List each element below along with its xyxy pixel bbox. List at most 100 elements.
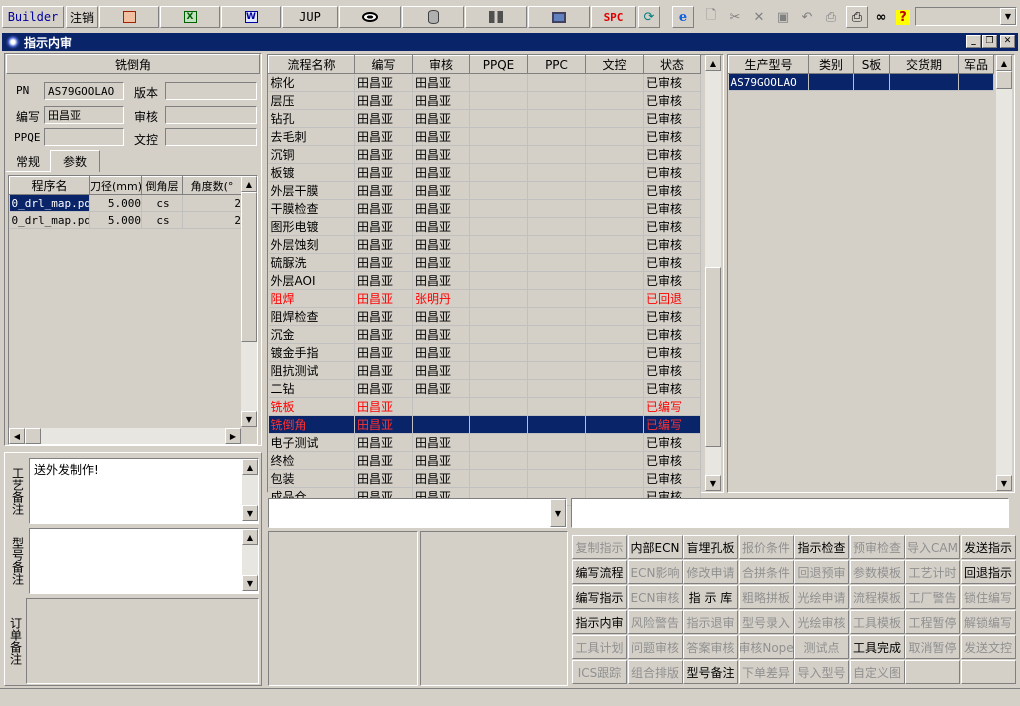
flow-cell[interactable]: 已审核 [643, 181, 701, 200]
flow-cell[interactable] [469, 217, 528, 236]
flow-cell[interactable]: 已回退 [643, 289, 701, 308]
flow-cell[interactable] [469, 361, 528, 380]
scroll-thumb[interactable] [25, 428, 41, 444]
flow-cell[interactable]: 田昌亚 [354, 379, 413, 398]
flow-row[interactable]: 阻焊 田昌亚 张明丹 已回退 [268, 289, 701, 308]
flow-cell[interactable]: 已编写 [643, 415, 701, 434]
flow-cell[interactable]: 铣板 [268, 397, 355, 416]
flow-cell[interactable]: 田昌亚 [354, 253, 413, 272]
action-button[interactable]: 流程模板 [849, 585, 905, 609]
flow-cell[interactable] [469, 127, 528, 146]
flow-cell[interactable] [585, 199, 644, 218]
writer-field[interactable]: 田昌亚 [44, 106, 124, 124]
flow-cell[interactable]: 田昌亚 [412, 451, 470, 470]
action-button[interactable]: 下单差异 [738, 660, 794, 684]
action-button[interactable]: 复制指示 [572, 535, 627, 559]
action-button[interactable]: 工具完成 [849, 635, 905, 659]
orders-cell[interactable] [853, 73, 890, 91]
scroll-thumb[interactable] [705, 267, 721, 447]
help-button[interactable]: ? [892, 6, 914, 28]
flow-cell[interactable]: 田昌亚 [354, 235, 413, 254]
word-button[interactable]: W [221, 6, 281, 28]
version-field[interactable] [165, 82, 257, 100]
flow-cell[interactable] [585, 379, 644, 398]
flow-cell[interactable] [527, 289, 586, 308]
param-row[interactable]: 0_drl_map.pdf 5.000 cs 2 [9, 194, 242, 212]
excel-button[interactable]: X [160, 6, 220, 28]
flow-cell[interactable] [585, 469, 644, 488]
flow-cell[interactable] [585, 325, 644, 344]
flow-cell[interactable]: 田昌亚 [412, 73, 470, 92]
action-button[interactable]: 工程暂停 [905, 610, 960, 634]
flow-cell[interactable] [469, 181, 528, 200]
flow-cell[interactable]: 田昌亚 [354, 271, 413, 290]
flow-cell[interactable]: 田昌亚 [354, 145, 413, 164]
flow-header[interactable]: 编写 [354, 55, 413, 74]
flow-cell[interactable] [527, 325, 586, 344]
action-button[interactable]: 指示内审 [572, 610, 627, 634]
flow-row[interactable]: 外层AOI 田昌亚 田昌亚 已审核 [268, 271, 701, 290]
flow-row[interactable]: 铣板 田昌亚 已编写 [268, 397, 701, 416]
orders-cell[interactable] [889, 73, 959, 91]
action-button[interactable]: 预审检查 [849, 535, 905, 559]
flow-cell[interactable] [585, 91, 644, 110]
scroll-down-icon[interactable]: ▼ [705, 475, 721, 491]
orders-cell[interactable]: AS79GOOLAO [728, 73, 809, 91]
flow-cell[interactable] [469, 469, 528, 488]
flow-cell[interactable]: 终检 [268, 451, 355, 470]
flow-vscroll[interactable]: ▲ ▼ [705, 55, 721, 491]
flow-cell[interactable] [469, 73, 528, 92]
flow-cell[interactable]: 田昌亚 [354, 307, 413, 326]
flow-header[interactable]: 文控 [585, 55, 644, 74]
flow-cell[interactable]: 已审核 [643, 451, 701, 470]
toolbar-combo[interactable]: ▼ [915, 7, 1017, 26]
flow-cell[interactable]: 田昌亚 [412, 433, 470, 452]
flow-cell[interactable]: 田昌亚 [354, 397, 413, 416]
action-button[interactable]: 盲埋孔板 [683, 535, 738, 559]
flow-combo[interactable]: ▼ [268, 498, 567, 528]
flow-row[interactable]: 沉金 田昌亚 田昌亚 已审核 [268, 325, 701, 344]
flow-cell[interactable]: 田昌亚 [412, 343, 470, 362]
action-button[interactable]: 导入型号 [794, 660, 849, 684]
flow-cell[interactable]: 田昌亚 [354, 199, 413, 218]
flow-cell[interactable] [585, 451, 644, 470]
action-button[interactable]: ECN审核 [627, 585, 683, 609]
flow-cell[interactable] [469, 289, 528, 308]
flow-cell[interactable]: 已审核 [643, 433, 701, 452]
flow-cell[interactable] [469, 235, 528, 254]
flow-cell[interactable] [527, 253, 586, 272]
model-remark-field[interactable]: ▲ ▼ [29, 528, 259, 594]
orders-header[interactable]: 交货期 [889, 55, 959, 74]
flow-cell[interactable] [527, 73, 586, 92]
eye-button[interactable] [339, 6, 401, 28]
action-button[interactable] [960, 660, 1016, 684]
flow-cell[interactable] [469, 397, 528, 416]
flow-cell[interactable]: 已审核 [643, 91, 701, 110]
flow-cell[interactable]: 田昌亚 [412, 361, 470, 380]
flow-row[interactable]: 二钻 田昌亚 田昌亚 已审核 [268, 379, 701, 398]
scroll-down-icon[interactable]: ▼ [242, 575, 258, 591]
flow-cell[interactable]: 田昌亚 [412, 271, 470, 290]
orders-vscroll[interactable]: ▲ ▼ [996, 55, 1012, 491]
flow-row[interactable]: 包装 田昌亚 田昌亚 已审核 [268, 469, 701, 488]
action-button[interactable]: 锁住编写 [960, 585, 1016, 609]
flow-header[interactable]: 流程名称 [268, 55, 355, 74]
flow-cell[interactable] [469, 253, 528, 272]
flow-cell[interactable]: 田昌亚 [354, 343, 413, 362]
flow-cell[interactable] [585, 271, 644, 290]
flow-cell[interactable] [469, 271, 528, 290]
flow-cell[interactable]: 阻焊检查 [268, 307, 355, 326]
flow-cell[interactable] [527, 145, 586, 164]
jup-button[interactable]: JUP [282, 6, 338, 28]
flow-header[interactable]: 审核 [412, 55, 470, 74]
action-button[interactable]: 编写流程 [572, 560, 627, 584]
flow-cell[interactable] [527, 127, 586, 146]
reviewer-field[interactable] [165, 106, 257, 124]
param-cell[interactable]: cs [141, 211, 183, 229]
flow-cell[interactable]: 田昌亚 [412, 127, 470, 146]
flow-row[interactable]: 沉铜 田昌亚 田昌亚 已审核 [268, 145, 701, 164]
flow-cell[interactable] [585, 433, 644, 452]
flow-cell[interactable] [469, 343, 528, 362]
flow-cell[interactable] [412, 415, 470, 434]
database-button[interactable] [402, 6, 464, 28]
